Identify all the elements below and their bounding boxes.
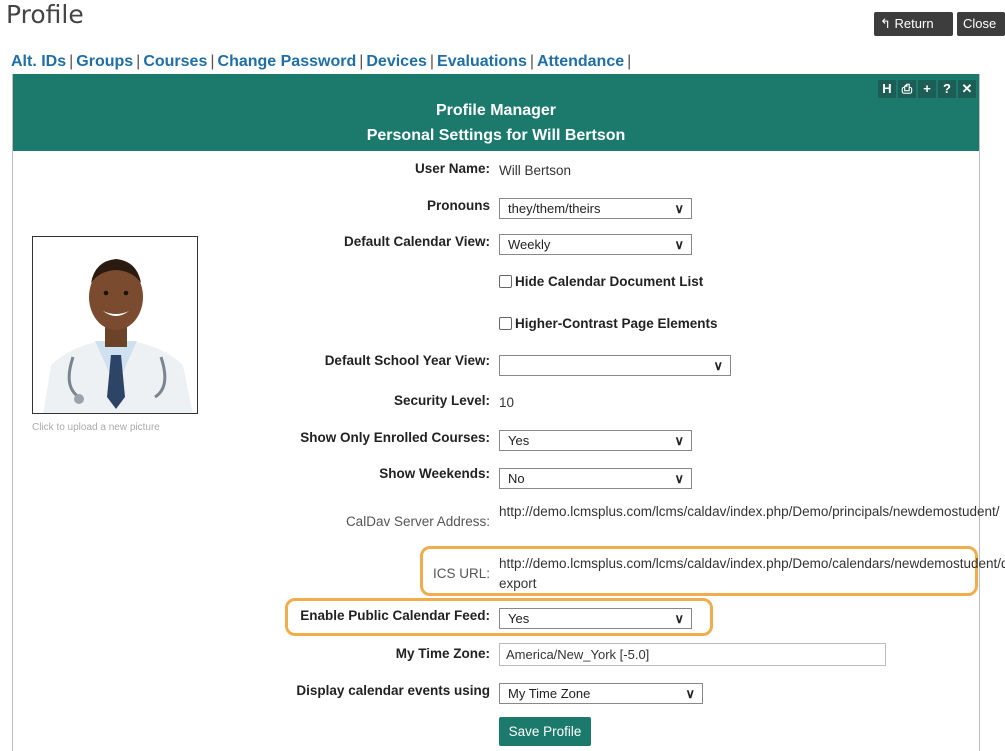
- user-name-value: Will Bertson: [499, 163, 572, 178]
- return-button[interactable]: ↰ Return: [874, 12, 953, 36]
- tab-courses[interactable]: Courses: [143, 53, 207, 70]
- chevron-down-icon: ∨: [674, 433, 684, 448]
- upload-picture-note: Click to upload a new picture: [32, 422, 160, 433]
- pronouns-label: Pronouns: [427, 198, 490, 213]
- time-zone-label: My Time Zone:: [395, 646, 490, 661]
- show-only-enrolled-label: Show Only Enrolled Courses:: [300, 430, 490, 445]
- chevron-down-icon: ∨: [674, 611, 684, 626]
- return-button-label: Return: [894, 16, 934, 31]
- tab-groups[interactable]: Groups: [76, 53, 133, 70]
- tab-alt-ids[interactable]: Alt. IDs: [11, 53, 66, 70]
- tab-separator: |: [359, 53, 364, 70]
- higher-contrast-label: Higher-Contrast Page Elements: [515, 316, 718, 331]
- default-calendar-view-selected: Weekly: [508, 237, 551, 252]
- panel-header: H ⎙ + ? ✕ Profile Manager Personal Setti…: [13, 74, 979, 151]
- question-icon[interactable]: ?: [938, 80, 956, 98]
- panel-header-icons: H ⎙ + ? ✕: [878, 80, 976, 98]
- tab-attendance[interactable]: Attendance: [537, 53, 624, 70]
- avatar-portrait-icon: [33, 237, 197, 413]
- default-school-year-view-select[interactable]: ∨: [499, 355, 731, 376]
- default-calendar-view-select[interactable]: Weekly ∨: [499, 234, 692, 255]
- user-name-label: User Name:: [414, 161, 490, 176]
- higher-contrast-checkbox[interactable]: [499, 317, 512, 330]
- default-calendar-view-label: Default Calendar View:: [343, 234, 490, 249]
- help-h-icon[interactable]: H: [878, 80, 896, 98]
- default-school-year-view-label: Default School Year View:: [324, 353, 490, 368]
- show-only-enrolled-select[interactable]: Yes ∨: [499, 430, 692, 451]
- ics-url-value: http://demo.lcmsplus.com/lcms/caldav/ind…: [499, 556, 1005, 591]
- caldav-value: http://demo.lcmsplus.com/lcms/caldav/ind…: [499, 504, 1000, 519]
- hide-calendar-doc-list-row: Hide Calendar Document List: [499, 274, 703, 289]
- tab-change-password[interactable]: Change Password: [218, 53, 357, 70]
- tab-separator: |: [136, 53, 141, 70]
- tab-separator: |: [69, 53, 74, 70]
- chevron-down-icon: ∨: [674, 237, 684, 252]
- profile-manager-panel: H ⎙ + ? ✕ Profile Manager Personal Setti…: [12, 74, 1005, 751]
- page-title: Profile: [6, 0, 84, 29]
- display-events-selected: My Time Zone: [508, 686, 591, 701]
- caldav-label: CalDav Server Address:: [345, 514, 490, 529]
- pronouns-select[interactable]: they/them/theirs ∨: [499, 198, 692, 219]
- tab-separator: |: [529, 53, 534, 70]
- time-zone-input[interactable]: America/New_York [-5.0]: [499, 643, 886, 666]
- show-weekends-select[interactable]: No ∨: [499, 468, 692, 489]
- enable-public-feed-label: Enable Public Calendar Feed:: [300, 608, 490, 623]
- chevron-down-icon: ∨: [674, 471, 684, 486]
- plus-icon[interactable]: +: [918, 80, 936, 98]
- pronouns-selected: they/them/theirs: [508, 201, 601, 216]
- chevron-down-icon: ∨: [674, 201, 684, 216]
- tab-devices[interactable]: Devices: [366, 53, 427, 70]
- print-icon[interactable]: ⎙: [898, 80, 916, 98]
- ics-url-label: ICS URL:: [432, 566, 490, 581]
- panel-title: Profile Manager: [435, 102, 557, 119]
- return-arrow-icon: ↰: [880, 16, 891, 31]
- enable-public-feed-select[interactable]: Yes ∨: [499, 608, 692, 629]
- save-profile-button[interactable]: Save Profile: [499, 717, 591, 746]
- security-level-value: 10: [499, 395, 515, 410]
- hide-calendar-doc-list-label: Hide Calendar Document List: [515, 274, 704, 289]
- show-weekends-label: Show Weekends:: [379, 466, 490, 481]
- display-events-select[interactable]: My Time Zone ∨: [499, 683, 703, 704]
- chevron-down-icon: ∨: [713, 358, 723, 373]
- tab-separator: |: [210, 53, 215, 70]
- chevron-down-icon: ∨: [685, 686, 695, 701]
- profile-tabs: Alt. IDs | Groups | Courses | Change Password |…: [11, 53, 634, 71]
- close-x-icon[interactable]: ✕: [958, 80, 976, 98]
- display-events-label: Display calendar events using: [296, 683, 490, 698]
- tab-separator: |: [429, 53, 435, 70]
- avatar[interactable]: [32, 236, 198, 414]
- tab-separator: |: [627, 53, 632, 70]
- close-button[interactable]: Close: [957, 12, 1005, 36]
- show-weekends-selected: No: [508, 471, 525, 486]
- show-only-enrolled-selected: Yes: [508, 433, 530, 448]
- panel-subtitle: Personal Settings for Will Bertson: [366, 127, 626, 144]
- higher-contrast-row: Higher-Contrast Page Elements: [499, 316, 718, 331]
- security-level-label: Security Level:: [393, 393, 490, 408]
- hide-calendar-doc-list-checkbox[interactable]: [499, 275, 512, 288]
- enable-public-feed-selected: Yes: [508, 611, 530, 626]
- tab-evaluations[interactable]: Evaluations: [437, 53, 527, 70]
